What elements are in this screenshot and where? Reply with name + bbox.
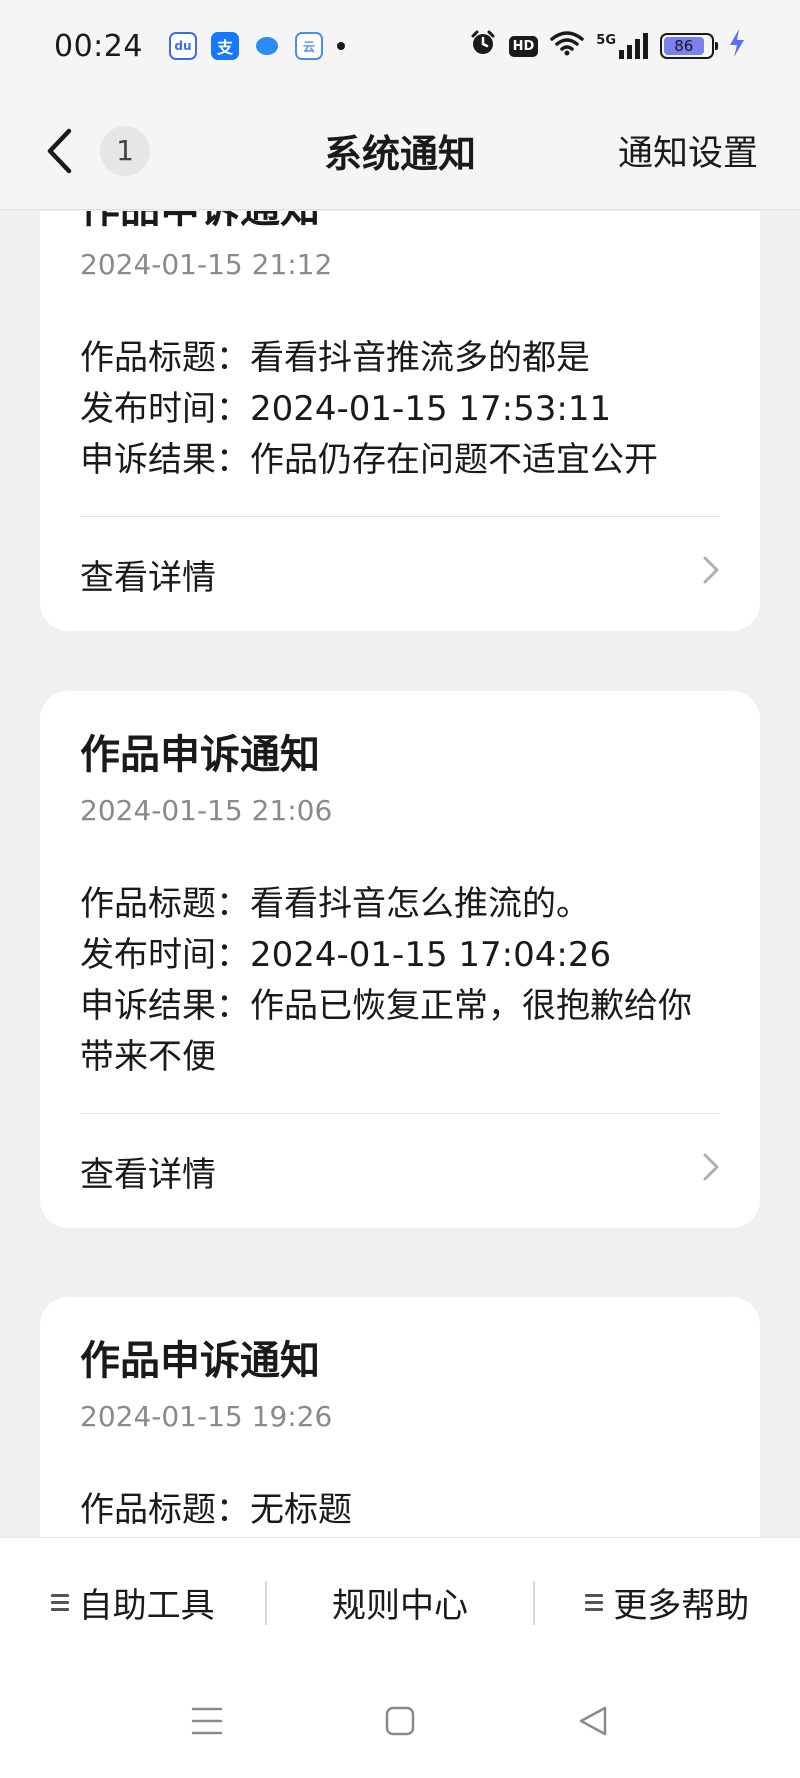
system-navigation-bar: [0, 1667, 800, 1778]
notification-card: 作品申诉通知 2024-01-15 21:06 作品标题：看看抖音怎么推流的。 …: [40, 691, 760, 1228]
back-button[interactable]: [40, 121, 80, 181]
view-details-link[interactable]: 查看详情: [80, 517, 720, 631]
alipay-icon: 支: [210, 32, 239, 60]
notification-card: 作品申诉通知 2024-01-15 19:26 作品标题：无标题: [40, 1297, 760, 1537]
home-button[interactable]: [380, 1701, 420, 1745]
notification-list[interactable]: 作品申诉通知 2024-01-15 21:12 作品标题：看看抖音推流多的都是 …: [0, 211, 800, 1537]
card-line-result: 申诉结果：作品仍存在问题不适宜公开: [80, 440, 658, 480]
status-app-icons: du 支 云: [168, 32, 345, 60]
alarm-icon: [469, 29, 497, 63]
card-line-result: 申诉结果：作品已恢复正常，很抱歉给你: [80, 986, 692, 1026]
view-details-label: 查看详情: [80, 1154, 216, 1195]
card-title: 作品申诉通知: [80, 1338, 320, 1384]
more-help-label: 更多帮助: [613, 1586, 750, 1626]
cloud-app-icon: 云: [294, 32, 323, 60]
card-time: 2024-01-15 21:12: [80, 248, 333, 281]
card-title: 作品申诉通知: [80, 211, 720, 237]
card-line-result-cont: 带来不便: [80, 1037, 216, 1077]
status-bar: 00:24 du 支 云 HD 5G 86: [0, 0, 800, 92]
baidu-icon: du: [168, 32, 197, 60]
menu-icon: [585, 1594, 604, 1611]
system-back-button[interactable]: [573, 1701, 613, 1745]
card-body: 作品标题：无标题: [80, 1485, 720, 1536]
menu-lines-icon: [191, 1707, 222, 1734]
menu-icon: [50, 1594, 69, 1611]
status-indicators: HD 5G 86: [469, 29, 746, 63]
wifi-icon: [550, 30, 585, 62]
view-details-label: 查看详情: [80, 557, 216, 598]
card-body: 作品标题：看看抖音怎么推流的。 发布时间：2024-01-15 17:04:26…: [80, 879, 720, 1083]
card-line-publish-time: 发布时间：2024-01-15 17:53:11: [80, 389, 612, 429]
bottom-toolbar: 自助工具 规则中心 更多帮助: [0, 1537, 800, 1667]
charging-icon: [728, 29, 746, 63]
blue-app-icon: [253, 32, 281, 60]
triangle-back-icon: [580, 1706, 607, 1735]
chevron-left-icon: [47, 128, 72, 173]
chevron-right-icon: [702, 1151, 720, 1191]
more-notifications-dot: [336, 42, 345, 50]
card-line-title: 作品标题：无标题: [80, 1490, 352, 1530]
card-title: 作品申诉通知: [80, 732, 320, 778]
card-time: 2024-01-15 21:06: [80, 794, 333, 827]
view-details-link[interactable]: 查看详情: [80, 1114, 720, 1228]
navigation-bar: 1 系统通知 通知设置: [0, 92, 800, 210]
self-service-tools-button[interactable]: 自助工具: [0, 1578, 265, 1627]
rules-center-button[interactable]: 规则中心: [267, 1578, 532, 1627]
notification-card: 作品申诉通知 2024-01-15 21:12 作品标题：看看抖音推流多的都是 …: [40, 211, 760, 631]
battery-icon: 86: [660, 33, 718, 59]
card-line-title: 作品标题：看看抖音推流多的都是: [80, 338, 590, 378]
hd-icon: HD: [508, 35, 539, 57]
notification-settings-button[interactable]: 通知设置: [618, 125, 758, 176]
rules-center-label: 规则中心: [331, 1586, 468, 1626]
more-help-button[interactable]: 更多帮助: [535, 1578, 800, 1627]
battery-level: 86: [664, 37, 704, 55]
card-body: 作品标题：看看抖音推流多的都是 发布时间：2024-01-15 17:53:11…: [80, 333, 720, 486]
self-service-tools-label: 自助工具: [78, 1586, 215, 1626]
recent-apps-button[interactable]: [187, 1701, 227, 1745]
chevron-right-icon: [702, 554, 720, 594]
cellular-signal-icon: 5G: [596, 33, 648, 59]
card-line-publish-time: 发布时间：2024-01-15 17:04:26: [80, 935, 612, 975]
unread-count-badge[interactable]: 1: [100, 125, 150, 176]
card-time: 2024-01-15 19:26: [80, 1400, 333, 1433]
status-time: 00:24: [54, 28, 143, 64]
square-icon: [385, 1706, 415, 1735]
card-line-title: 作品标题：看看抖音怎么推流的。: [80, 884, 590, 924]
